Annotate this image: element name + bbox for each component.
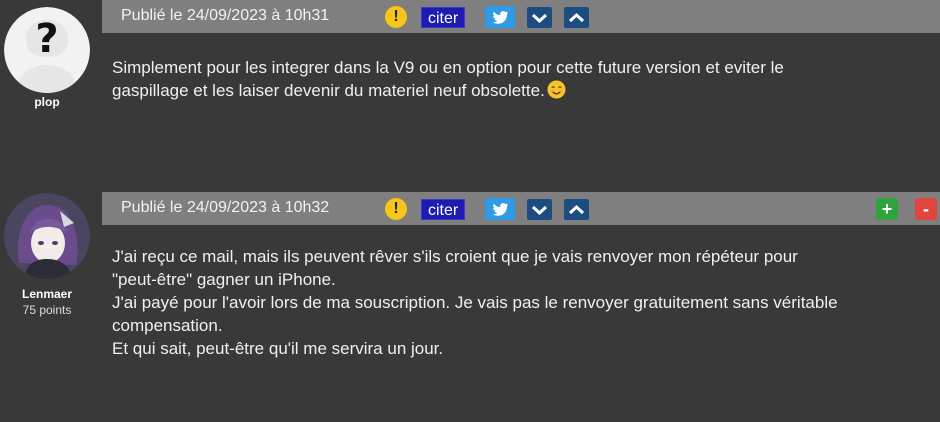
chevron-down-icon — [531, 13, 548, 24]
post: ? plop Publié le 24/09/2023 à 10h31 ! ci… — [0, 0, 940, 175]
chevron-down-button[interactable] — [527, 7, 552, 28]
twitter-icon — [493, 11, 508, 24]
chevron-up-button[interactable] — [564, 199, 589, 220]
twitter-share-button[interactable] — [485, 198, 515, 220]
report-warning-icon[interactable]: ! — [385, 6, 407, 28]
upvote-button[interactable]: + — [876, 198, 898, 220]
twitter-icon — [493, 203, 508, 216]
avatar[interactable]: ? — [4, 7, 90, 93]
cite-button[interactable]: citer — [421, 7, 466, 28]
post-text-line: Simplement pour les integrer dans la V9 … — [112, 58, 784, 77]
smile-emoji-icon — [547, 80, 566, 99]
chevron-up-icon — [568, 12, 585, 23]
post-content: J'ai reçu ce mail, mais ils peuvent rêve… — [112, 245, 912, 360]
post-text-line: compensation. — [112, 316, 223, 335]
post-content: Simplement pour les integrer dans la V9 … — [112, 56, 912, 102]
chevron-down-icon — [531, 205, 548, 216]
author-points: 75 points — [22, 303, 72, 317]
twitter-share-button[interactable] — [485, 6, 515, 28]
downvote-button[interactable]: - — [915, 198, 937, 220]
chevron-up-icon — [568, 204, 585, 215]
post-text-line: J'ai reçu ce mail, mais ils peuvent rêve… — [112, 247, 798, 266]
post-text-line: Et qui sait, peut-être qu'il me servira … — [112, 339, 444, 358]
chevron-down-button[interactable] — [527, 199, 552, 220]
author-name[interactable]: plop — [0, 95, 94, 109]
post-text-line: gaspillage et les laiser devenir du mate… — [112, 79, 912, 102]
cite-button[interactable]: citer — [421, 199, 466, 220]
post-header: Publié le 24/09/2023 à 10h31 ! citer — [102, 0, 940, 33]
anime-avatar-icon — [4, 193, 90, 279]
post-text-segment: gaspillage et les laiser devenir du mate… — [112, 81, 545, 100]
author-name[interactable]: Lenmaer — [0, 287, 94, 301]
report-warning-icon[interactable]: ! — [385, 198, 407, 220]
default-avatar-icon: ? — [4, 7, 90, 93]
post-text-line: J'ai payé pour l'avoir lors de ma souscr… — [112, 293, 838, 312]
post-date: Publié le 24/09/2023 à 10h32 — [121, 199, 330, 216]
svg-text:?: ? — [35, 16, 58, 62]
post: Lenmaer 75 points Publié le 24/09/2023 à… — [0, 186, 940, 422]
avatar[interactable] — [4, 193, 90, 279]
chevron-up-button[interactable] — [564, 7, 589, 28]
post-text-line: "peut-être" gagner un iPhone. — [112, 270, 336, 289]
post-header: Publié le 24/09/2023 à 10h32 ! citer + - — [102, 192, 940, 225]
post-date: Publié le 24/09/2023 à 10h31 — [121, 7, 330, 24]
